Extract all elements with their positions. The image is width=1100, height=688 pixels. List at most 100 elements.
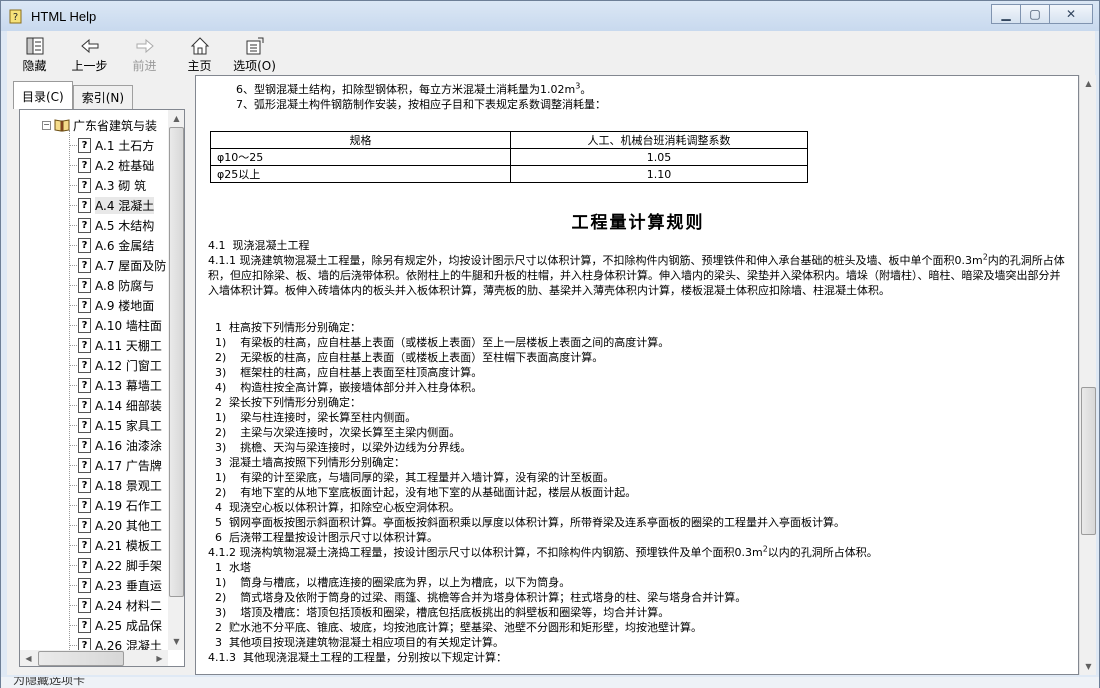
tree-branch-line [70, 425, 77, 426]
tree-branch-line [70, 525, 77, 526]
tab-contents[interactable]: 目录(C) [13, 81, 73, 109]
tree-item[interactable]: ? A.15 家具工 [78, 416, 162, 434]
scroll-left-arrow-icon[interactable]: ◀ [20, 650, 37, 666]
nav-tabs: 目录(C) 索引(N) [13, 81, 134, 109]
help-page-icon: ? [78, 297, 91, 313]
hide-button[interactable]: 隐藏 [7, 31, 62, 75]
doc-line-6-text: 6、型钢混凝土结构，扣除型钢体积，每立方米混凝土消耗量为1.02m [236, 83, 576, 96]
tree-item-label: A.25 成品保 [95, 618, 162, 633]
title-bar[interactable]: ? HTML Help ▁ ▢ ✕ [1, 1, 1099, 31]
tree-item-label: A.5 木结构 [95, 218, 155, 233]
clause-4-1-2-text-a: 4.1.2 现浇构筑物混凝土浇捣工程量，按设计图示尺寸以体积计算，不扣除构件内钢… [208, 546, 763, 559]
help-page-icon: ? [78, 197, 91, 213]
options-icon [245, 36, 265, 56]
home-button[interactable]: 主页 [172, 31, 227, 75]
tree-item[interactable]: ? A.7 屋面及防 [78, 256, 166, 274]
options-button[interactable]: 选项(O) [227, 31, 282, 75]
clause-item-line: 3 其他项目按现浇建筑物混凝土相应项目的有关规定计算。 [208, 636, 504, 649]
tree-scroll-thumb[interactable] [169, 127, 184, 597]
tree-item[interactable]: ? A.19 石作工 [78, 496, 162, 514]
tree-item-label: A.19 石作工 [95, 498, 162, 513]
tree-item[interactable]: ? A.23 垂直运 [78, 576, 162, 594]
clause-item-line: 3) 挑檐、天沟与梁连接时，以梁外边线为分界线。 [208, 441, 472, 454]
collapse-expander-icon[interactable]: − [42, 120, 51, 130]
tree-item-label: A.18 景观工 [95, 478, 162, 493]
table-row: φ10～25 1.05 [210, 148, 808, 166]
clause-item-line: 5 钢网亭面板按图示斜面积计算。亭面板按斜面积乘以厚度以体积计算，所带脊梁及连系… [208, 516, 845, 529]
forward-button[interactable]: 前进 [117, 31, 172, 75]
table-cell: φ25以上 [210, 165, 511, 183]
tree-item[interactable]: ? A.14 细部装 [78, 396, 162, 414]
tree-branch-line [70, 165, 77, 166]
maximize-button[interactable]: ▢ [1020, 4, 1050, 24]
tree-item[interactable]: ? A.16 油漆涂 [78, 436, 162, 454]
tree-item[interactable]: ? A.25 成品保 [78, 616, 162, 634]
tree-branch-line [70, 545, 77, 546]
tree-item-label: A.20 其他工 [95, 518, 162, 533]
tree-branch-line [70, 505, 77, 506]
tree-item[interactable]: ? A.26 混凝土 [78, 636, 162, 650]
scroll-right-arrow-icon[interactable]: ▶ [151, 650, 168, 666]
doc-line-6-end: 。 [580, 83, 592, 96]
help-page-icon: ? [78, 377, 91, 393]
table-header-cell: 人工、机械台班消耗调整系数 [510, 131, 808, 149]
tree-item[interactable]: ? A.2 桩基础 [78, 156, 154, 174]
tree-root-node[interactable]: − 广东省建筑与装 [42, 116, 157, 134]
back-arrow-icon [80, 36, 100, 56]
tree-item-label: A.3 砌 筑 [95, 178, 147, 193]
content-vertical-scrollbar[interactable]: ▲ ▼ [1079, 75, 1096, 675]
home-label: 主页 [187, 59, 212, 73]
tab-index[interactable]: 索引(N) [72, 85, 134, 109]
tree-branch-line [70, 245, 77, 246]
clause-item-line: 3) 塔顶及槽底：塔顶包括顶板和圈梁，槽底包括底板挑出的斜壁板和圈梁等，均合并计… [208, 606, 670, 619]
tree-item[interactable]: ? A.12 门窗工 [78, 356, 162, 374]
minimize-button[interactable]: ▁ [991, 4, 1021, 24]
clause-item-line: 1) 有梁的计至梁底，与墙同厚的梁，其工程量并入墙计算，没有梁的计至板面。 [208, 471, 615, 484]
tree-item[interactable]: ? A.1 土石方 [78, 136, 154, 154]
tree-item[interactable]: ? A.17 广告牌 [78, 456, 162, 474]
help-page-icon: ? [78, 317, 91, 333]
tree-item[interactable]: ? A.20 其他工 [78, 516, 162, 534]
clause-item-line: 1 柱高按下列情形分别确定： [208, 321, 361, 334]
tree-item[interactable]: ? A.5 木结构 [78, 216, 154, 234]
tree-item[interactable]: ? A.3 砌 筑 [78, 176, 146, 194]
tree-vertical-scrollbar[interactable]: ▲ ▼ [168, 110, 184, 650]
tree-hscroll-thumb[interactable] [38, 651, 124, 666]
scroll-down-arrow-icon[interactable]: ▼ [168, 633, 184, 650]
tree-item[interactable]: ? A.4 混凝土 [78, 196, 155, 214]
tree-item[interactable]: ? A.10 墙柱面 [78, 316, 162, 334]
tree-branch-line [70, 645, 77, 646]
help-page-icon: ? [78, 557, 91, 573]
tree-item-label: A.17 广告牌 [95, 458, 162, 473]
tree-item[interactable]: ? A.22 脚手架 [78, 556, 162, 574]
content-scroll-thumb[interactable] [1081, 387, 1096, 535]
window-title: HTML Help [31, 8, 97, 24]
tree-horizontal-scrollbar[interactable]: ◀ ▶ [20, 650, 168, 666]
content-scroll-up-arrow-icon[interactable]: ▲ [1080, 75, 1097, 92]
tree-branch-line [70, 445, 77, 446]
tree-item[interactable]: ? A.21 模板工 [78, 536, 162, 554]
section-heading-4-1: 4.1 现浇混凝土工程 [208, 239, 310, 252]
help-page-icon: ? [78, 437, 91, 453]
close-button[interactable]: ✕ [1049, 4, 1093, 24]
tree-item-label: A.13 幕墙工 [95, 378, 162, 393]
tree-item[interactable]: ? A.13 幕墙工 [78, 376, 162, 394]
clause-item-line: 4 现浇空心板以体积计算，扣除空心板空洞体积。 [208, 501, 460, 514]
svg-text:?: ? [13, 12, 18, 23]
tree-item[interactable]: ? A.6 金属结 [78, 236, 154, 254]
tree-item-label: A.11 天棚工 [95, 338, 162, 353]
tree-item[interactable]: ? A.18 景观工 [78, 476, 162, 494]
tree-item-label: A.16 油漆涂 [95, 438, 162, 453]
content-scroll-down-arrow-icon[interactable]: ▼ [1080, 658, 1097, 675]
tree-branch-line [70, 405, 77, 406]
help-page-icon: ? [78, 137, 91, 153]
scroll-up-arrow-icon[interactable]: ▲ [168, 110, 184, 127]
tree-item[interactable]: ? A.8 防腐与 [78, 276, 154, 294]
back-button[interactable]: 上一步 [62, 31, 117, 75]
tree-branch-line [70, 625, 77, 626]
tree-branch-line [70, 285, 77, 286]
tree-item[interactable]: ? A.9 楼地面 [78, 296, 154, 314]
help-page-icon: ? [78, 417, 91, 433]
tree-item[interactable]: ? A.11 天棚工 [78, 336, 162, 354]
tree-item[interactable]: ? A.24 材料二 [78, 596, 162, 614]
